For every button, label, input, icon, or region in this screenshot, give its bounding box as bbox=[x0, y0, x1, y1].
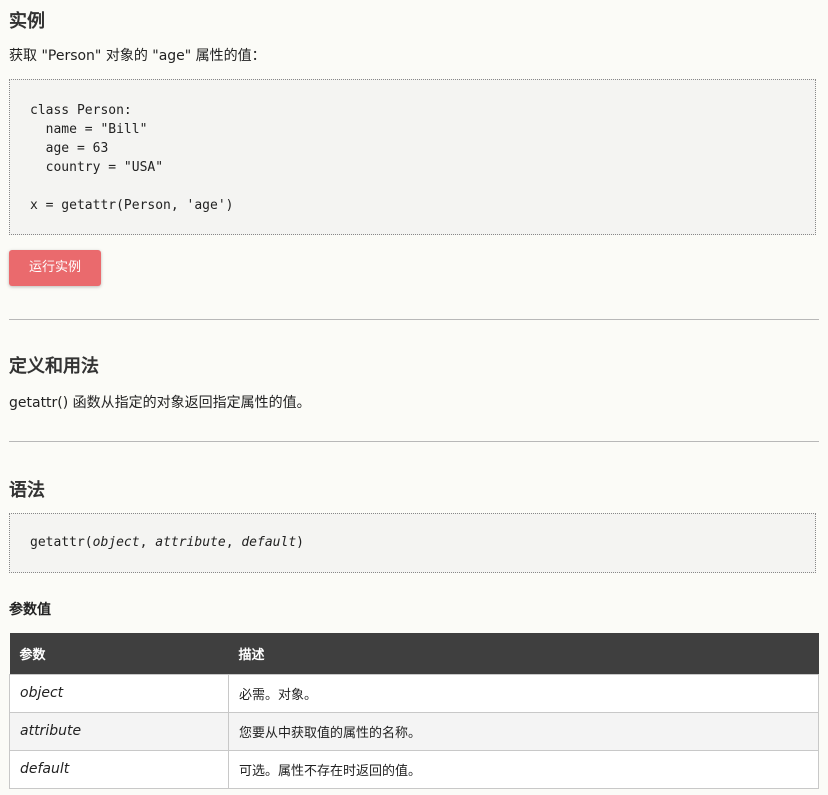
table-header-row: 参数 描述 bbox=[9, 633, 819, 674]
column-header-desc: 描述 bbox=[228, 633, 819, 674]
param-name: default bbox=[9, 749, 229, 789]
example-description: 获取 "Person" 对象的 "age" 属性的值： bbox=[9, 48, 266, 64]
syntax-param-object: object bbox=[92, 535, 140, 550]
table-row: object 必需。对象。 bbox=[9, 673, 819, 713]
column-header-param: 参数 bbox=[9, 633, 229, 674]
syntax-sep: , bbox=[225, 535, 242, 550]
run-example-button[interactable]: 运行实例 bbox=[9, 250, 101, 286]
example-heading: 实例 bbox=[9, 11, 45, 32]
param-desc: 必需。对象。 bbox=[228, 673, 819, 713]
param-desc: 您要从中获取值的属性的名称。 bbox=[228, 711, 819, 751]
params-heading: 参数值 bbox=[9, 602, 51, 618]
param-desc: 可选。属性不存在时返回的值。 bbox=[228, 749, 819, 789]
syntax-param-default: default bbox=[241, 535, 297, 550]
example-code-box: class Person: name = "Bill" age = 63 cou… bbox=[9, 79, 816, 235]
params-table: 参数 描述 object 必需。对象。 attribute 您要从中获取值的属性… bbox=[9, 633, 819, 789]
divider bbox=[9, 441, 819, 442]
divider bbox=[9, 319, 819, 320]
example-code: class Person: name = "Bill" age = 63 cou… bbox=[30, 103, 234, 213]
param-name: object bbox=[9, 673, 229, 713]
syntax-heading: 语法 bbox=[9, 480, 45, 501]
syntax-sep: , bbox=[139, 535, 156, 550]
syntax-close: ) bbox=[296, 535, 304, 550]
syntax-code-box: getattr(object, attribute, default) bbox=[9, 513, 816, 573]
param-name: attribute bbox=[9, 711, 229, 751]
table-row: default 可选。属性不存在时返回的值。 bbox=[9, 749, 819, 789]
definition-heading: 定义和用法 bbox=[9, 356, 99, 377]
syntax-param-attribute: attribute bbox=[155, 535, 226, 550]
definition-text: getattr() 函数从指定的对象返回指定属性的值。 bbox=[9, 395, 311, 411]
syntax-fn: getattr( bbox=[30, 535, 93, 550]
table-row: attribute 您要从中获取值的属性的名称。 bbox=[9, 711, 819, 751]
